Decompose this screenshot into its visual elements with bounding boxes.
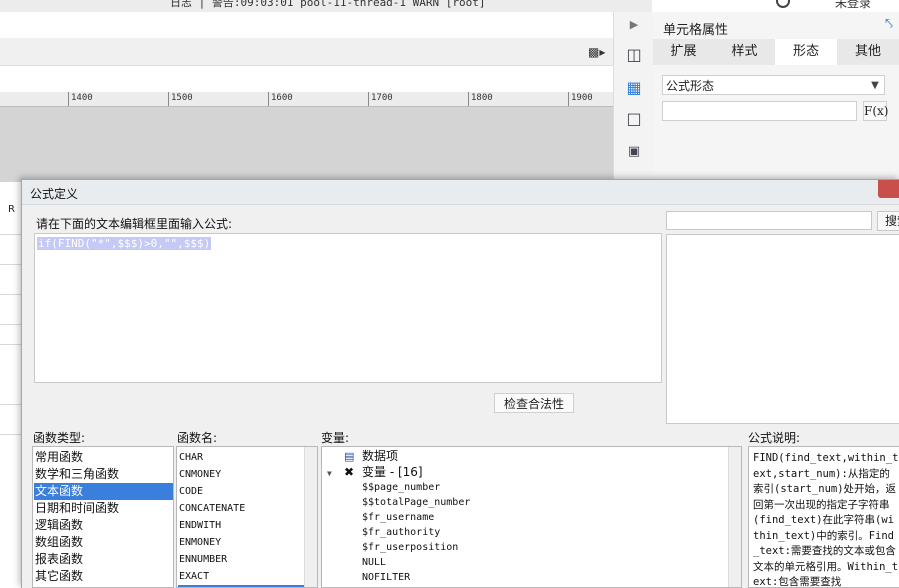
dropdown-widget-icon[interactable]: ▣ — [624, 142, 644, 162]
category-item[interactable]: 其它函数 — [34, 568, 173, 585]
spreadsheet-grid[interactable]: R — [0, 182, 22, 587]
variable-item[interactable]: $fr_userposition — [362, 540, 458, 555]
search-button[interactable]: 搜索 — [877, 211, 899, 231]
formula-text: if(FIND("*",$$$)>0,"",$$$) — [37, 237, 212, 250]
collapse-arrow-icon[interactable]: ▶ — [624, 15, 644, 35]
ruler-tick: 1400 — [68, 92, 93, 106]
fx-button[interactable]: F(x) — [863, 101, 888, 121]
variable-node[interactable]: 变量 - [16] — [362, 465, 423, 480]
login-status[interactable]: 未登录 — [835, 0, 871, 11]
formula-dialog: 公式定义 请在下面的文本编辑框里面输入公式: if(FIND("*",$$$)>… — [21, 179, 899, 588]
formula-prompt: 请在下面的文本编辑框里面输入公式: — [36, 217, 233, 231]
category-item[interactable]: 数组函数 — [34, 534, 173, 551]
panel-title: 单元格属性 — [663, 23, 729, 38]
function-item[interactable]: ENNUMBER — [178, 551, 306, 568]
variable-item[interactable]: $fr_username — [362, 510, 434, 525]
chevron-down-icon: ▼ — [871, 80, 879, 91]
grid-line — [0, 234, 22, 235]
variable-item[interactable]: NOFILTER — [362, 570, 410, 585]
horizontal-ruler: 1400 1500 1600 1700 1800 1900 — [0, 92, 613, 107]
ruler-tick: 1800 — [468, 92, 493, 106]
border-icon[interactable]: □ — [624, 109, 644, 129]
description-label: 公式说明: — [748, 431, 801, 445]
report-canvas[interactable] — [0, 107, 613, 182]
column-header: R — [8, 204, 15, 215]
categories-label: 函数类型: — [33, 431, 86, 445]
cell-properties-panel: 单元格属性 ⤣ 扩展 样式 形态 其他 公式形态 ▼ F(x) — [653, 12, 899, 182]
category-item[interactable]: 逻辑函数 — [34, 517, 173, 534]
variable-item[interactable]: $$page_number — [362, 480, 440, 495]
tab-form[interactable]: 形态 — [775, 39, 837, 65]
function-item[interactable]: ENMONEY — [178, 534, 306, 551]
function-item[interactable]: CHAR — [178, 449, 306, 466]
function-item[interactable]: CODE — [178, 483, 306, 500]
variable-item[interactable]: $$totalPage_number — [362, 495, 470, 510]
ruler-tick: 1500 — [168, 92, 193, 106]
form-type-value: 公式形态 — [666, 79, 715, 93]
grid-line — [0, 264, 22, 265]
dialog-titlebar[interactable]: 公式定义 — [22, 180, 899, 205]
function-item[interactable]: CNMONEY — [178, 466, 306, 483]
status-log-text: 日志 | 警告:09:03:01 pool-11-thread-1 WARN [… — [170, 0, 486, 9]
grid-line — [0, 324, 22, 325]
grid-line — [0, 434, 22, 435]
data-item-node[interactable]: 数据项 — [362, 449, 398, 464]
function-item[interactable]: CONCATENATE — [178, 500, 306, 517]
function-category-list[interactable]: 常用函数 数学和三角函数 文本函数 日期和时间函数 逻辑函数 数组函数 报表函数… — [32, 446, 174, 588]
expand-icon[interactable]: ▼ — [327, 466, 332, 481]
status-bar: 日志 | 警告:09:03:01 pool-11-thread-1 WARN [… — [0, 0, 652, 12]
category-item[interactable]: 数学和三角函数 — [34, 466, 173, 483]
top-right-bar: 未登录 — [652, 0, 899, 12]
format-toolbar: ▩▸ — [0, 38, 613, 66]
function-name-list[interactable]: CHAR CNMONEY CODE CONCATENATE ENDWITH EN… — [176, 446, 318, 588]
editor-header — [0, 66, 613, 92]
variable-item[interactable]: $fr_authority — [362, 525, 440, 540]
variable-item[interactable]: NULL — [362, 555, 386, 570]
table-layout-icon[interactable]: ◫ — [624, 45, 644, 65]
function-search-input[interactable] — [666, 211, 872, 230]
format-painter-icon[interactable]: ▩▸ — [588, 45, 605, 59]
category-item[interactable]: 日期和时间函数 — [34, 500, 173, 517]
formula-description: FIND(find_text,within_text,start_num):从指… — [748, 446, 899, 588]
functions-label: 函数名: — [177, 431, 218, 445]
panel-tabs: 扩展 样式 形态 其他 — [653, 39, 899, 65]
variable-node-icon: ✖ — [344, 465, 355, 479]
description-text: FIND(find_text,within_text,start_num):从指… — [753, 452, 899, 588]
function-list-scrollbar[interactable] — [304, 447, 317, 587]
search-icon[interactable] — [776, 0, 790, 8]
dialog-title: 公式定义 — [30, 187, 79, 201]
ruler-tick: 1700 — [368, 92, 393, 106]
variables-label: 变量: — [321, 431, 350, 445]
tab-other[interactable]: 其他 — [837, 39, 899, 65]
category-item[interactable]: 文本函数 — [34, 483, 173, 500]
variable-tree-scrollbar[interactable] — [728, 447, 741, 587]
side-icon-toolbar: ▶ ◫ ▦ □ ▣ — [613, 12, 654, 182]
formula-field[interactable] — [662, 101, 857, 121]
data-item-icon: ▤ — [344, 450, 355, 463]
check-validity-button[interactable]: 检查合法性 — [494, 393, 574, 413]
close-icon[interactable] — [878, 180, 899, 198]
ruler-tick: 1600 — [268, 92, 293, 106]
variable-tree[interactable]: ▤ 数据项 ▼ ✖ 变量 - [16] $$page_number $$tota… — [321, 446, 742, 588]
category-item[interactable]: 常用函数 — [34, 449, 173, 466]
function-item[interactable]: ENDWITH — [178, 517, 306, 534]
grid-line — [0, 344, 22, 345]
tab-expand[interactable]: 扩展 — [653, 39, 714, 65]
tab-style[interactable]: 样式 — [714, 39, 775, 65]
category-item[interactable]: 报表函数 — [34, 551, 173, 568]
toolbar-blank — [0, 12, 613, 38]
function-item[interactable]: EXACT — [178, 568, 306, 585]
form-type-select[interactable]: 公式形态 ▼ — [662, 75, 885, 95]
formula-editor[interactable]: if(FIND("*",$$$)>0,"",$$$) — [34, 233, 662, 383]
grid-line — [0, 294, 22, 295]
search-results[interactable] — [666, 234, 899, 424]
cell-attributes-icon[interactable]: ▦ — [624, 78, 644, 98]
grid-line — [0, 404, 22, 405]
ruler-tick: 1900 — [568, 92, 593, 106]
pin-icon[interactable]: ⤣ — [885, 16, 893, 32]
